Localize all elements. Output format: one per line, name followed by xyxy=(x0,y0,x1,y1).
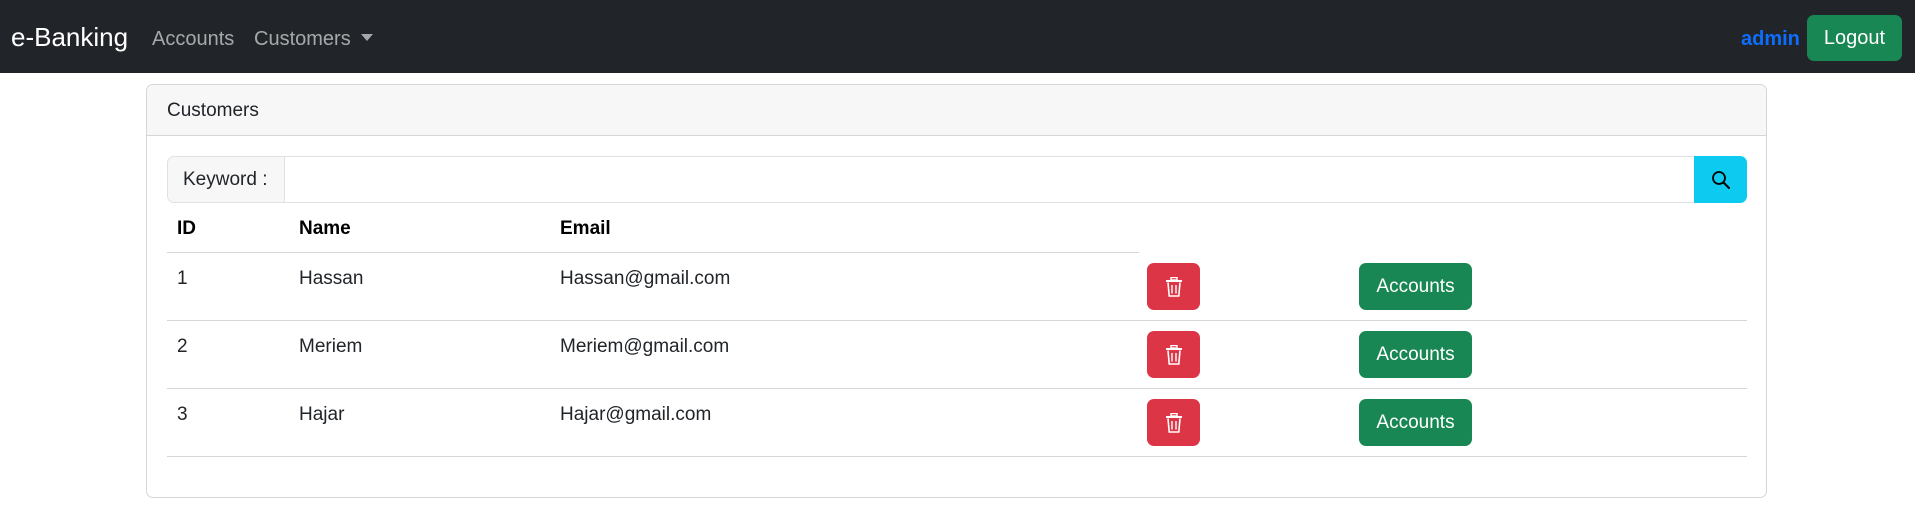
keyword-label: Keyword : xyxy=(167,156,285,203)
column-header-id: ID xyxy=(177,218,196,239)
search-form: Keyword : xyxy=(167,156,1747,203)
search-icon xyxy=(1711,170,1730,189)
column-header-email: Email xyxy=(560,218,611,239)
cell-name: Meriem xyxy=(299,336,363,357)
logout-button[interactable]: Logout xyxy=(1807,15,1902,61)
delete-button[interactable] xyxy=(1147,331,1200,378)
nav-link-accounts[interactable]: Accounts xyxy=(152,27,234,51)
table-row: 2 Meriem Meriem@gmail.com Accounts xyxy=(167,321,1747,389)
table-row: 3 Hajar Hajar@gmail.com Accounts xyxy=(167,389,1747,457)
card-header: Customers xyxy=(147,85,1766,136)
cell-id: 2 xyxy=(177,336,188,357)
trash-icon xyxy=(1165,412,1182,433)
trash-icon xyxy=(1165,344,1182,365)
nav-dropdown-customers[interactable]: Customers xyxy=(254,27,373,51)
current-user: admin xyxy=(1741,28,1800,50)
column-header-name: Name xyxy=(299,218,351,239)
search-button[interactable] xyxy=(1694,156,1747,203)
cell-name: Hajar xyxy=(299,404,345,425)
cell-name: Hassan xyxy=(299,268,364,289)
cell-id: 3 xyxy=(177,404,188,425)
accounts-button[interactable]: Accounts xyxy=(1359,399,1472,446)
delete-button[interactable] xyxy=(1147,263,1200,310)
cell-email: Hassan@gmail.com xyxy=(560,268,731,289)
cell-id: 1 xyxy=(177,268,188,289)
navbar: e-Banking Accounts Customers admin Logou… xyxy=(0,0,1915,73)
delete-button[interactable] xyxy=(1147,399,1200,446)
accounts-button[interactable]: Accounts xyxy=(1359,263,1472,310)
card-title: Customers xyxy=(167,100,259,121)
row-divider xyxy=(167,456,1747,457)
cell-email: Hajar@gmail.com xyxy=(560,404,712,425)
table-row: 1 Hassan Hassan@gmail.com Accounts xyxy=(167,253,1747,321)
cell-email: Meriem@gmail.com xyxy=(560,336,730,357)
nav-dropdown-label: Customers xyxy=(254,28,351,50)
keyword-input[interactable] xyxy=(284,156,1695,203)
customers-card: Customers Keyword : ID Name Email 1 Hass… xyxy=(146,84,1767,498)
caret-down-icon xyxy=(360,34,373,41)
accounts-button[interactable]: Accounts xyxy=(1359,331,1472,378)
trash-icon xyxy=(1165,276,1182,297)
brand-logo[interactable]: e-Banking xyxy=(11,22,128,52)
